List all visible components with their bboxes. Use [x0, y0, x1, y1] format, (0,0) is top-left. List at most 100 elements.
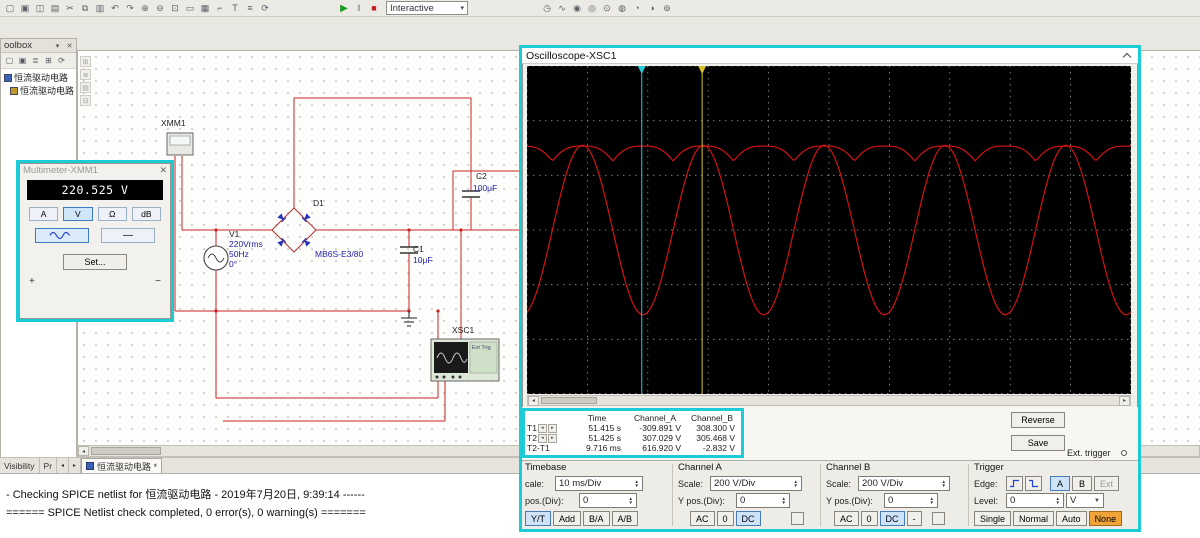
interactive-analysis-dropdown[interactable]: Interactive ▾ — [386, 1, 468, 15]
trigger-single-button[interactable]: Single — [974, 511, 1012, 526]
zoom-in-icon[interactable]: ⊕ — [138, 1, 152, 15]
new-file-icon[interactable]: ▢ — [3, 1, 17, 15]
spinner-icon[interactable]: ▲ ▼ — [930, 496, 934, 505]
tab-project[interactable]: Pr — [40, 458, 58, 473]
copy-icon[interactable]: ⧉ — [78, 1, 92, 15]
oscilloscope-instrument-icon[interactable]: ◎ — [585, 1, 599, 15]
yt-mode-button[interactable]: Y/T — [525, 511, 552, 526]
ab-mode-button[interactable]: A/B — [611, 511, 639, 526]
close-icon[interactable]: ✕ — [159, 165, 167, 176]
open-file-icon[interactable]: ▣ — [18, 1, 32, 15]
channel-a-scale-input[interactable]: 200 V/Div ▲ ▼ — [710, 476, 802, 491]
redo-icon[interactable]: ↷ — [123, 1, 137, 15]
channel-a-dc-button[interactable]: DC — [735, 511, 761, 526]
multimeter-titlebar[interactable]: Multimeter-XMM1 ✕ — [19, 163, 171, 178]
stop-simulation-button[interactable]: ■ — [367, 1, 381, 15]
channel-a-zero-button[interactable]: 0 — [716, 511, 734, 526]
tab-active-sheet[interactable]: 恒流驱动电路 * — [81, 458, 163, 473]
bode-plotter-icon[interactable]: ⊙ — [600, 1, 614, 15]
collapse-icon[interactable] — [1122, 52, 1132, 59]
trigger-source-ext-button[interactable]: Ext — [1094, 476, 1120, 491]
spinner-icon[interactable]: ▲ ▼ — [794, 479, 798, 488]
t2-right-button[interactable]: ▸ — [547, 433, 557, 443]
multimeter-instrument-icon[interactable]: ◷ — [540, 1, 554, 15]
spinner-icon[interactable]: ▲ ▼ — [1056, 496, 1060, 505]
ac-source-v1[interactable] — [203, 245, 229, 271]
frequency-counter-icon[interactable]: ◍ — [615, 1, 629, 15]
t1-right-button[interactable]: ▸ — [547, 423, 557, 433]
wattmeter-icon[interactable]: ◉ — [570, 1, 584, 15]
add-mode-button[interactable]: Add — [553, 511, 582, 526]
trigger-auto-button[interactable]: Auto — [1056, 511, 1087, 526]
bridge-rectifier-d1[interactable] — [277, 213, 311, 247]
channel-a-ypos-input[interactable]: 0 ▲ ▼ — [736, 493, 790, 508]
trigger-normal-button[interactable]: Normal — [1013, 511, 1055, 526]
channel-b-scale-input[interactable]: 200 V/Div ▲ ▼ — [858, 476, 950, 491]
channel-b-dc-button[interactable]: DC — [879, 511, 905, 526]
ba-mode-button[interactable]: B/A — [583, 511, 610, 526]
cut-icon[interactable]: ✂ — [63, 1, 77, 15]
panel-collapse-icon[interactable]: ▾ — [52, 40, 63, 51]
spectrum-analyzer-icon[interactable]: ◑ — [645, 1, 659, 15]
channel-a-probe-button[interactable] — [790, 512, 804, 525]
channel-b-minus-button[interactable]: - — [906, 511, 922, 526]
tree-item-design[interactable]: 恒流驱动电路 — [1, 71, 76, 84]
scroll-left-icon[interactable]: ◂ — [528, 395, 539, 406]
hierarchy-view-icon[interactable]: ≣ — [29, 54, 42, 67]
spinner-icon[interactable]: ▲ ▼ — [782, 496, 786, 505]
run-simulation-button[interactable]: ▶ — [337, 1, 351, 15]
zoom-fit-icon[interactable]: ▭ — [183, 1, 197, 15]
spinner-icon[interactable]: ▲ ▼ — [942, 479, 946, 488]
trigger-unit-dropdown[interactable]: V ▼ — [1066, 493, 1104, 508]
scrollbar-thumb[interactable] — [541, 397, 597, 404]
paste-icon[interactable]: ▥ — [93, 1, 107, 15]
trigger-level-input[interactable]: 0 ▲ ▼ — [1006, 493, 1064, 508]
t2-left-button[interactable]: ◂ — [537, 433, 547, 443]
expand-tree-icon[interactable]: ⊞ — [42, 54, 55, 67]
ground-symbol[interactable] — [401, 311, 417, 327]
open-design-icon[interactable]: ▣ — [16, 54, 29, 67]
scroll-left-icon[interactable]: ◂ — [78, 446, 89, 456]
ac-mode-button[interactable] — [35, 228, 89, 243]
oscilloscope-titlebar[interactable]: Oscilloscope-XSC1 — [522, 48, 1138, 64]
channel-b-probe-button[interactable] — [931, 512, 945, 525]
channel-b-ypos-input[interactable]: 0 ▲ ▼ — [884, 493, 938, 508]
oscilloscope-display[interactable] — [526, 65, 1132, 394]
undo-icon[interactable]: ↶ — [108, 1, 122, 15]
ext-trigger-terminal-icon[interactable] — [1121, 450, 1127, 456]
rising-edge-button[interactable] — [1006, 476, 1023, 491]
scroll-right-icon[interactable]: ▸ — [1119, 395, 1130, 406]
place-component-icon[interactable]: ≡ — [243, 1, 257, 15]
tab-scroll-left-icon[interactable]: ◂ — [57, 458, 70, 473]
print-icon[interactable]: ▤ — [48, 1, 62, 15]
timebase-xpos-input[interactable]: 0 ▲ ▼ — [579, 493, 637, 508]
distortion-analyzer-icon[interactable]: ◔ — [630, 1, 644, 15]
refresh-tree-icon[interactable]: ⟳ — [55, 54, 68, 67]
db-mode-button[interactable]: dB — [131, 207, 161, 221]
dc-mode-button[interactable]: — — [101, 228, 155, 243]
logic-analyzer-icon[interactable]: ⊚ — [660, 1, 674, 15]
falling-edge-button[interactable] — [1025, 476, 1042, 491]
channel-b-ac-button[interactable]: AC — [834, 511, 859, 526]
t1-left-button[interactable]: ◂ — [537, 423, 547, 433]
new-schematic-icon[interactable]: ▢ — [3, 54, 16, 67]
scrollbar-thumb[interactable] — [91, 447, 161, 455]
tree-item-sheet[interactable]: 恒流驱动电路 — [1, 84, 76, 97]
spinner-icon[interactable]: ▲ ▼ — [635, 479, 639, 488]
multimeter-set-button[interactable]: Set... — [63, 254, 127, 270]
channel-a-ac-button[interactable]: AC — [690, 511, 715, 526]
reverse-button[interactable]: Reverse — [1011, 412, 1065, 428]
tab-scroll-right-icon[interactable]: ▸ — [69, 458, 82, 473]
multimeter-xmm1-component[interactable] — [166, 132, 194, 156]
place-wire-icon[interactable]: ⌐ — [213, 1, 227, 15]
volts-mode-button[interactable]: V — [63, 207, 93, 221]
zoom-out-icon[interactable]: ⊖ — [153, 1, 167, 15]
amps-mode-button[interactable]: A — [29, 207, 59, 221]
save-icon[interactable]: ◫ — [33, 1, 47, 15]
trigger-source-a-button[interactable]: A — [1050, 476, 1070, 491]
scope-scrollbar[interactable]: ◂ ▸ — [527, 395, 1131, 406]
place-text-icon[interactable]: T — [228, 1, 242, 15]
channel-b-zero-button[interactable]: 0 — [860, 511, 878, 526]
panel-close-icon[interactable]: ✕ — [64, 40, 75, 51]
rotate-icon[interactable]: ⟳ — [258, 1, 272, 15]
